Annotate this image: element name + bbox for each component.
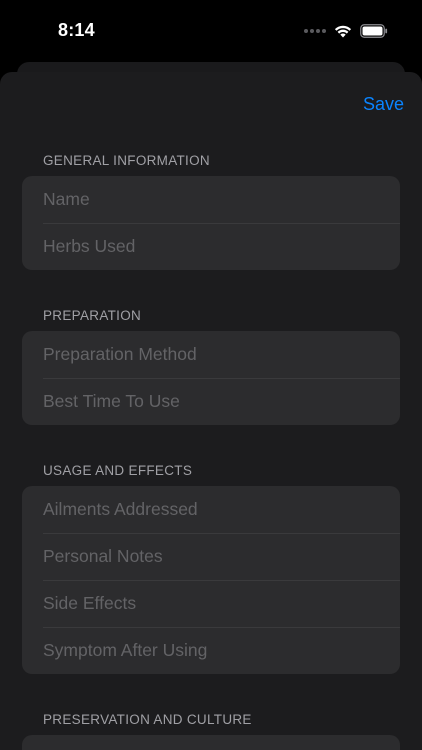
- section-header-usage-and-effects: USAGE AND EFFECTS: [43, 463, 193, 478]
- row-personal-notes: [22, 533, 400, 580]
- cellular-signal-icon: [304, 27, 326, 35]
- section-header-general-information: GENERAL INFORMATION: [43, 153, 210, 168]
- save-button[interactable]: Save: [363, 94, 404, 115]
- screen: 8:14 Save GENERAL INFORMATION Name Herbs…: [0, 0, 422, 750]
- status-icons: [304, 23, 388, 39]
- status-bar: 8:14: [0, 0, 422, 62]
- row-name: [22, 176, 400, 223]
- herbs-used-field[interactable]: [43, 236, 400, 257]
- row-symptom-after-using: [22, 627, 400, 674]
- status-time: 8:14: [58, 20, 95, 40]
- section-header-preparation: PREPARATION: [43, 308, 142, 323]
- row-ailments-addressed: [22, 486, 400, 533]
- group-preservation-and-culture: [22, 735, 400, 750]
- row-best-time-to-use: [22, 378, 400, 425]
- wifi-icon: [334, 24, 352, 38]
- group-preparation: [22, 331, 400, 425]
- row-herbs-used: [22, 223, 400, 270]
- name-field[interactable]: [43, 189, 400, 210]
- personal-notes-field[interactable]: [43, 546, 400, 567]
- row-preparation-method: [22, 331, 400, 378]
- side-effects-field[interactable]: [43, 593, 400, 614]
- preparation-method-field[interactable]: [43, 344, 400, 365]
- battery-icon: [360, 24, 388, 38]
- symptom-after-using-field[interactable]: [43, 640, 400, 661]
- section-header-preservation-and-culture: PRESERVATION AND CULTURE: [43, 712, 252, 727]
- group-usage-and-effects: [22, 486, 400, 674]
- best-time-to-use-field[interactable]: [43, 391, 400, 412]
- row-side-effects: [22, 580, 400, 627]
- group-general-information: [22, 176, 400, 270]
- ailments-addressed-field[interactable]: [43, 499, 400, 520]
- form-sheet: Save GENERAL INFORMATION PREPARATION USA…: [0, 72, 422, 750]
